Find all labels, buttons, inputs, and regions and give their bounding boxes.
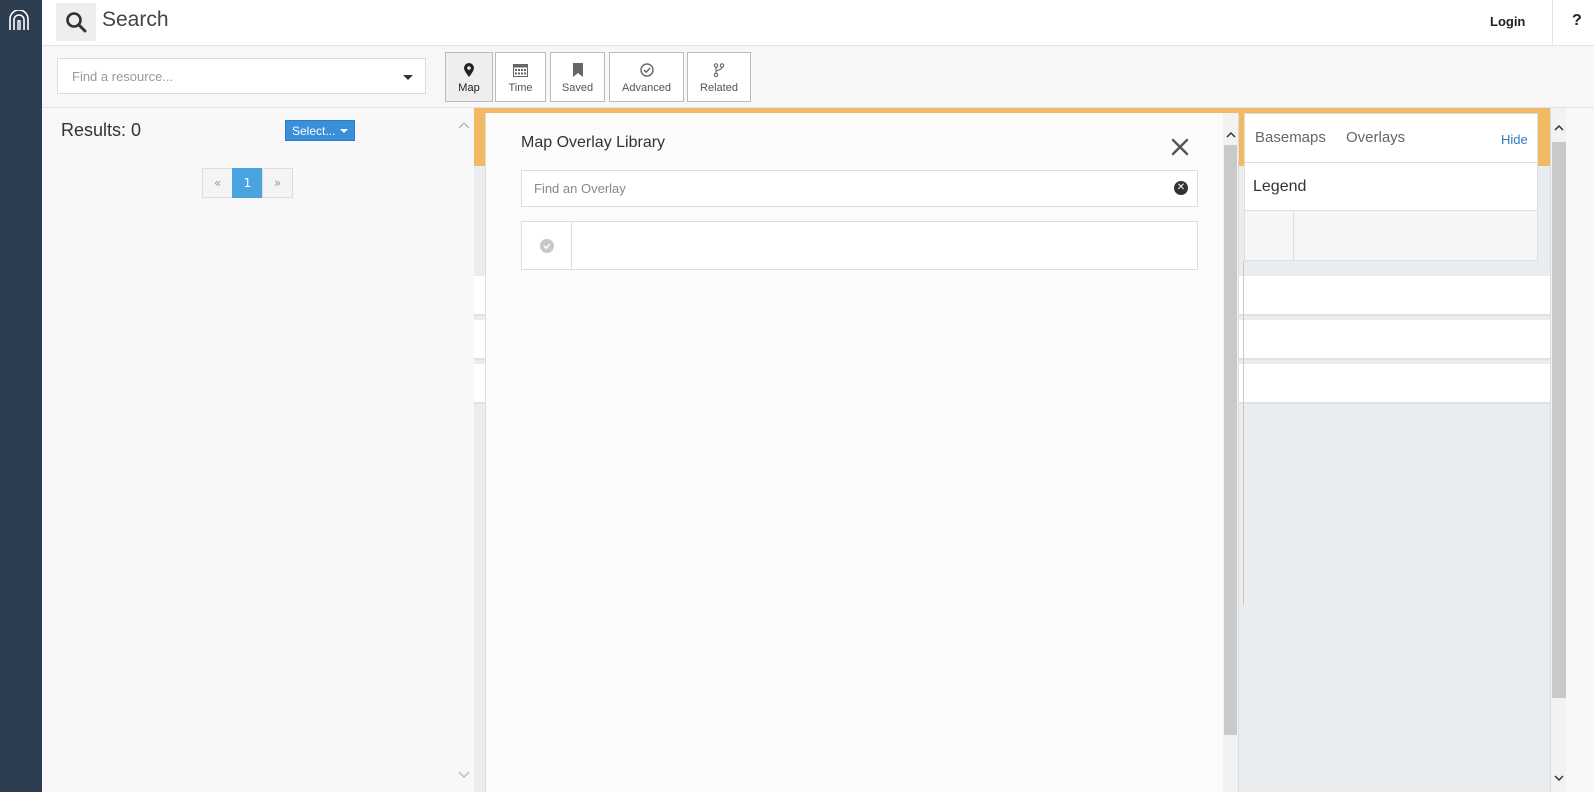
advanced-filter-button[interactable]: Advanced: [609, 52, 684, 102]
top-bar: Search Login ?: [42, 0, 1594, 46]
overlay-search-placeholder: Find an Overlay: [534, 181, 626, 196]
legend-title: Legend: [1253, 178, 1307, 195]
legend-row: [1245, 211, 1537, 260]
resource-search-select[interactable]: Find a resource...: [57, 58, 426, 94]
overlay-library-title: Map Overlay Library: [521, 134, 666, 151]
tab-overlays[interactable]: Overlays: [1346, 129, 1405, 146]
pagination: « 1 »: [202, 168, 293, 198]
map-layers-panel: Basemaps Overlays Hide Legend: [1244, 113, 1538, 261]
map-overlay-library: Map Overlay Library Find an Overlay ✕: [485, 113, 1223, 792]
clear-icon[interactable]: ✕: [1174, 181, 1188, 195]
chevron-up-icon[interactable]: [1225, 129, 1237, 141]
chevron-down-icon: [340, 129, 348, 133]
chevron-up-icon[interactable]: [458, 120, 470, 130]
advanced-filter-label: Advanced: [622, 82, 671, 94]
divider: [1552, 0, 1553, 46]
bookmark-icon: [572, 63, 583, 77]
hide-panel-link[interactable]: Hide: [1501, 132, 1528, 147]
select-label: Select...: [292, 124, 336, 138]
app-logo-icon[interactable]: [8, 10, 30, 32]
saved-filter-button[interactable]: Saved: [550, 52, 605, 102]
resource-search-placeholder: Find a resource...: [72, 69, 174, 84]
chevron-down-icon: [403, 75, 413, 80]
search-icon: [66, 12, 87, 33]
branch-icon: [713, 63, 725, 77]
check-circle-icon: [539, 238, 554, 253]
app-sidebar: [0, 0, 42, 792]
overlay-library-scrollbar[interactable]: [1223, 113, 1239, 792]
related-filter-button[interactable]: Related: [687, 52, 751, 102]
login-link[interactable]: Login: [1490, 14, 1525, 29]
chevron-up-icon[interactable]: [1553, 122, 1565, 134]
chevron-down-icon[interactable]: [1553, 772, 1565, 784]
results-count: Results: 0: [61, 120, 142, 140]
pagination-next[interactable]: »: [262, 168, 293, 198]
help-button[interactable]: ?: [1572, 12, 1582, 30]
search-icon-button[interactable]: [56, 3, 96, 41]
related-filter-label: Related: [700, 82, 738, 94]
page-scrollbar[interactable]: [1550, 108, 1566, 792]
scrollbar-thumb[interactable]: [1552, 142, 1566, 698]
time-filter-label: Time: [508, 82, 533, 94]
overlay-select-cell[interactable]: [522, 222, 572, 269]
divider: [1243, 261, 1244, 605]
overlay-list-item[interactable]: [521, 221, 1198, 270]
map-filter-label: Map: [458, 82, 480, 94]
map-filter-button[interactable]: Map: [445, 52, 493, 102]
pagination-prev[interactable]: «: [202, 168, 233, 198]
tab-basemaps[interactable]: Basemaps: [1255, 129, 1326, 146]
saved-filter-label: Saved: [561, 82, 594, 94]
map-pin-icon: [464, 63, 474, 77]
divider: [1293, 211, 1294, 260]
select-dropdown-button[interactable]: Select...: [285, 120, 355, 141]
check-circle-icon: [639, 63, 654, 77]
close-icon[interactable]: [1169, 136, 1191, 158]
chevron-down-icon[interactable]: [458, 770, 470, 780]
results-panel: Results: 0 Select... « 1 »: [42, 108, 474, 792]
time-filter-button[interactable]: Time: [495, 52, 546, 102]
pagination-page[interactable]: 1: [232, 168, 263, 198]
search-toolbar: Find a resource... Map Time Saved Advanc…: [42, 46, 1594, 108]
page-title: Search: [102, 8, 169, 31]
legend-header: Legend: [1245, 162, 1537, 211]
calendar-icon: [513, 64, 528, 77]
scrollbar-thumb[interactable]: [1224, 145, 1237, 735]
overlay-search-input[interactable]: Find an Overlay ✕: [521, 170, 1198, 207]
